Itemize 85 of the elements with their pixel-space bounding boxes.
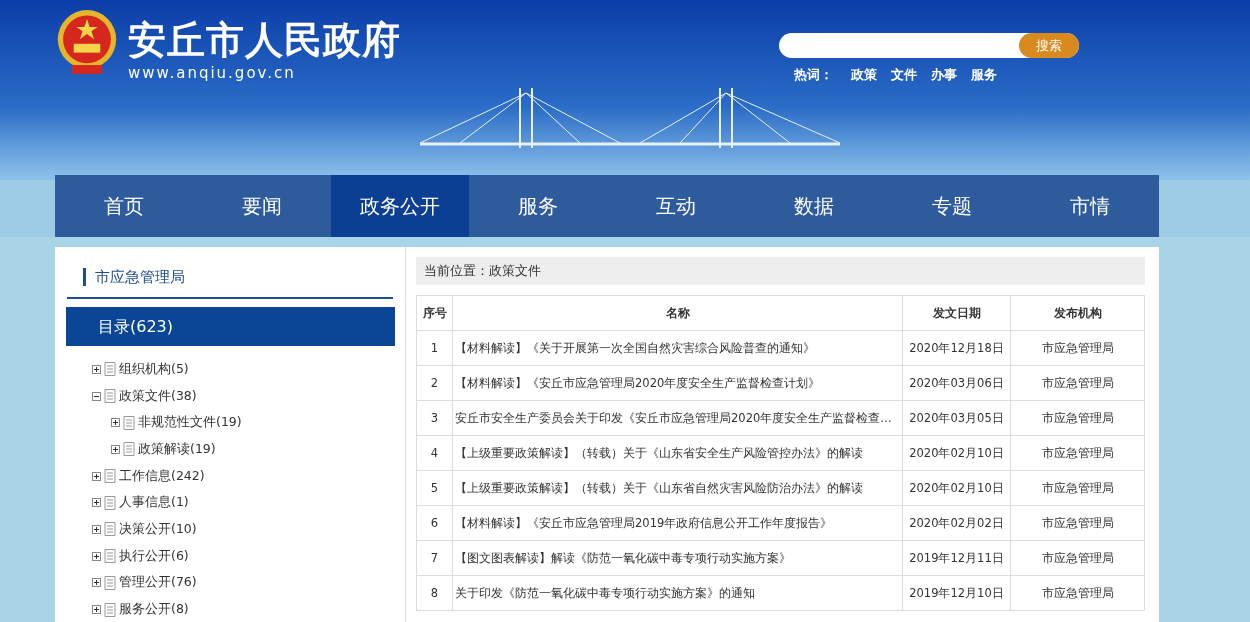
column-header: 发布机构 <box>1010 295 1145 331</box>
tree-item[interactable]: 人事信息(1) <box>119 494 189 512</box>
document-link[interactable]: 【材料解读】《安丘市应急管理局2020年度安全生产监督检查计划》 <box>452 365 903 401</box>
column-header: 发文日期 <box>902 295 1011 331</box>
document-icon <box>104 389 116 404</box>
table-cell: 2 <box>416 365 453 401</box>
nav-tab[interactable]: 首页 <box>55 175 193 237</box>
table-cell: 2019年12月11日 <box>902 540 1011 576</box>
table-cell: 2020年02月10日 <box>902 470 1011 506</box>
table-cell: 市应急管理局 <box>1010 540 1145 576</box>
emblem-icon <box>56 8 118 76</box>
document-icon <box>104 469 116 484</box>
tree-item[interactable]: 服务公开(8) <box>119 601 189 619</box>
hot-word-link[interactable]: 办事 <box>931 66 957 84</box>
tree-toggle-icon[interactable] <box>92 391 101 401</box>
column-header: 名称 <box>452 295 903 331</box>
table-cell: 2020年02月02日 <box>902 505 1011 541</box>
table-cell: 市应急管理局 <box>1010 400 1145 436</box>
document-link[interactable]: 【上级重要政策解读】（转载）关于《山东省自然灾害风险防治办法》的解读 <box>452 470 903 506</box>
tree-toggle-icon[interactable] <box>92 364 101 374</box>
table-cell: 2020年12月18日 <box>902 330 1011 366</box>
document-link[interactable]: 安丘市安全生产委员会关于印发《安丘市应急管理局2020年度安全生产监督检查… <box>452 400 903 436</box>
tree-toggle-icon[interactable] <box>92 471 101 481</box>
tree-item[interactable]: 组织机构(5) <box>119 360 189 378</box>
tree-toggle-icon[interactable] <box>111 444 120 454</box>
table-cell: 2020年03月06日 <box>902 365 1011 401</box>
nav-tab[interactable]: 专题 <box>883 175 1021 237</box>
tree-item[interactable]: 管理公开(76) <box>119 574 197 592</box>
table-cell: 2020年03月05日 <box>902 400 1011 436</box>
tree-item[interactable]: 执行公开(6) <box>119 547 189 565</box>
table-cell: 4 <box>416 435 453 471</box>
tree-toggle-icon[interactable] <box>92 551 101 561</box>
nav-tab[interactable]: 互动 <box>607 175 745 237</box>
document-link[interactable]: 【材料解读】《关于开展第一次全国自然灾害综合风险普查的通知》 <box>452 330 903 366</box>
column-header: 序号 <box>416 295 453 331</box>
document-icon <box>104 522 116 537</box>
table-cell: 7 <box>416 540 453 576</box>
table-cell: 6 <box>416 505 453 541</box>
directory-header: 目录(623) <box>66 307 395 346</box>
hot-word-link[interactable]: 政策 <box>851 66 877 84</box>
tree-item[interactable]: 工作信息(242) <box>119 467 205 485</box>
table-cell: 2020年02月10日 <box>902 435 1011 471</box>
tree-toggle-icon[interactable] <box>92 605 101 615</box>
nav-tab[interactable]: 数据 <box>745 175 883 237</box>
table-cell: 1 <box>416 330 453 366</box>
breadcrumb: 当前位置：政策文件 <box>416 257 1145 285</box>
table-cell: 市应急管理局 <box>1010 330 1145 366</box>
document-link[interactable]: 【上级重要政策解读】（转载）关于《山东省安全生产风险管控办法》的解读 <box>452 435 903 471</box>
tree-item[interactable]: 政策解读(19) <box>138 440 216 458</box>
document-icon <box>104 495 116 510</box>
document-link[interactable]: 【材料解读】《安丘市应急管理局2019年政府信息公开工作年度报告》 <box>452 505 903 541</box>
hot-word-link[interactable]: 服务 <box>971 66 997 84</box>
table-cell: 2019年12月10日 <box>902 575 1011 611</box>
document-icon <box>123 415 135 430</box>
document-icon <box>104 602 116 617</box>
nav-tab[interactable]: 市情 <box>1021 175 1159 237</box>
tree-item[interactable]: 政策文件(38) <box>119 387 197 405</box>
table-cell: 8 <box>416 575 453 611</box>
document-icon <box>104 549 116 564</box>
document-icon <box>123 442 135 457</box>
document-icon <box>104 362 116 377</box>
tree-item[interactable]: 决策公开(10) <box>119 520 197 538</box>
table-cell: 市应急管理局 <box>1010 470 1145 506</box>
tree-item[interactable]: 非规范性文件(19) <box>138 414 242 432</box>
tree-toggle-icon[interactable] <box>92 498 101 508</box>
nav-tab[interactable]: 要闻 <box>193 175 331 237</box>
site-title: 安丘市人民政府 <box>128 18 401 62</box>
tree-toggle-icon[interactable] <box>111 418 120 428</box>
document-link[interactable]: 【图文图表解读】解读《防范一氧化碳中毒专项行动实施方案》 <box>452 540 903 576</box>
tree-toggle-icon[interactable] <box>92 578 101 588</box>
table-cell: 5 <box>416 470 453 506</box>
site-url: www.anqiu.gov.cn <box>128 64 297 82</box>
table-cell: 市应急管理局 <box>1010 365 1145 401</box>
table-cell: 3 <box>416 400 453 436</box>
sidebar-title: 市应急管理局 <box>67 267 393 299</box>
table-cell: 市应急管理局 <box>1010 575 1145 611</box>
document-link[interactable]: 关于印发《防范一氧化碳中毒专项行动实施方案》的通知 <box>452 575 903 611</box>
table-cell: 市应急管理局 <box>1010 505 1145 541</box>
nav-tab[interactable]: 服务 <box>469 175 607 237</box>
tree-toggle-icon[interactable] <box>92 524 101 534</box>
nav-tab[interactable]: 政务公开 <box>331 175 469 237</box>
document-icon <box>104 575 116 590</box>
table-cell: 市应急管理局 <box>1010 435 1145 471</box>
hot-word-link[interactable]: 文件 <box>891 66 917 84</box>
hot-words-label: 热词： <box>794 66 833 84</box>
